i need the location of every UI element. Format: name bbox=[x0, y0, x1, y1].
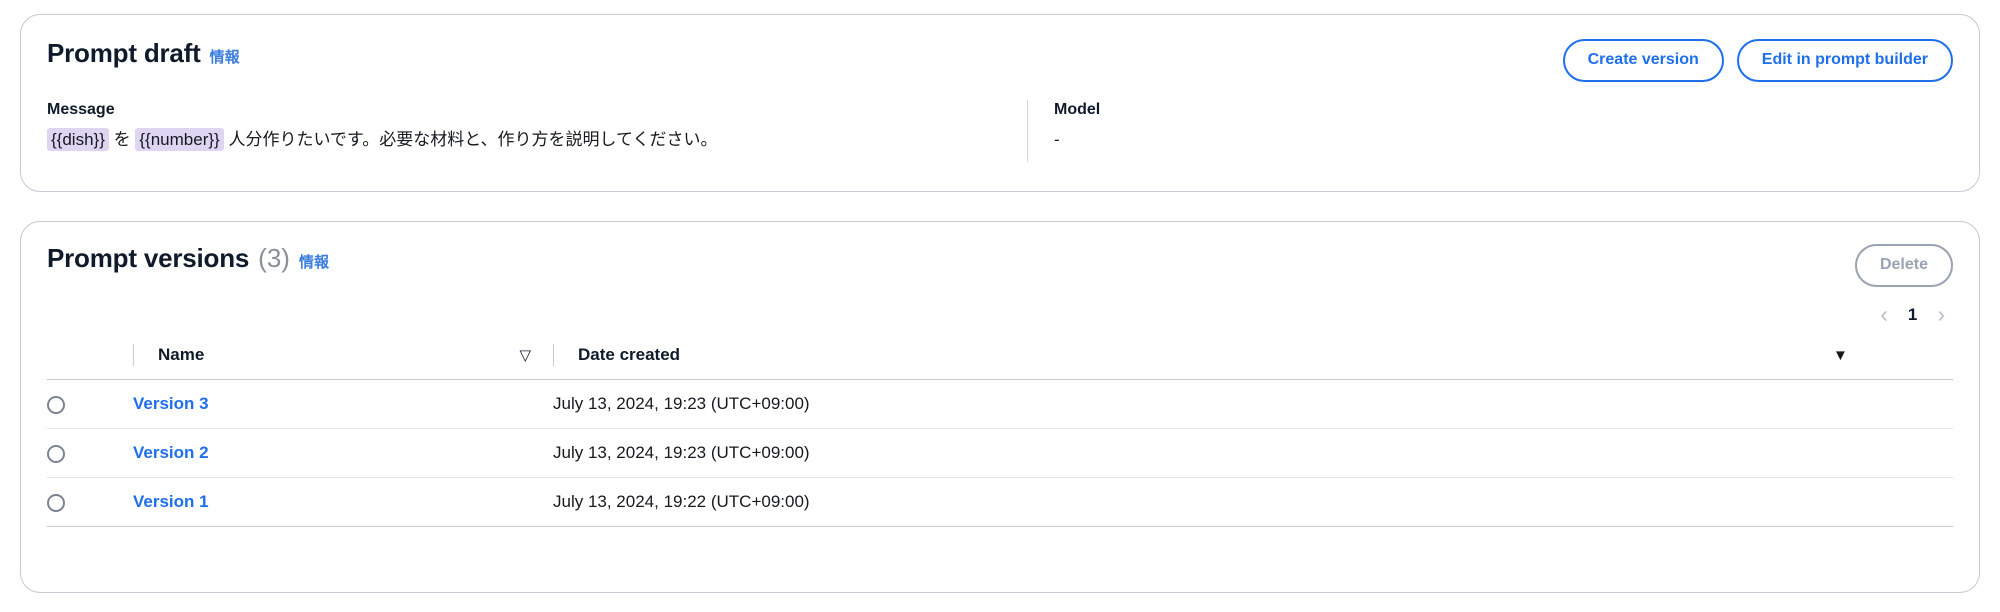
model-field: Model - bbox=[1027, 100, 1101, 163]
chevron-left-icon[interactable]: ‹ bbox=[1874, 301, 1894, 328]
cell-date-created: July 13, 2024, 19:23 (UTC+09:00) bbox=[553, 379, 1833, 430]
radio-button-version-1[interactable] bbox=[47, 493, 65, 512]
message-field: Message {{dish}} を {{number}} 人分作りたいです。必… bbox=[47, 100, 1027, 162]
message-value: {{dish}} を {{number}} 人分作りたいです。必要な材料と、作り… bbox=[47, 127, 1001, 153]
pagination: ‹ 1 › bbox=[1874, 301, 1953, 328]
prompt-draft-actions: Create version Edit in prompt builder bbox=[1562, 39, 1953, 83]
chevron-right-icon[interactable]: › bbox=[1931, 301, 1951, 328]
version-link[interactable]: Version 2 bbox=[133, 443, 209, 462]
message-text-1: を bbox=[108, 129, 136, 149]
cell-select bbox=[47, 477, 133, 528]
prompt-versions-header: Prompt versions (3) 情報 Delete ‹ 1 › bbox=[21, 222, 1979, 328]
prompt-draft-card: Prompt draft 情報 Create version Edit in p… bbox=[20, 14, 1980, 192]
info-link-versions[interactable]: 情報 bbox=[299, 254, 329, 272]
cell-spacer bbox=[1833, 428, 1953, 479]
cell-name: Version 3 bbox=[133, 379, 553, 430]
model-value: - bbox=[1054, 129, 1060, 149]
message-label: Message bbox=[47, 101, 115, 119]
prompt-draft-header: Prompt draft 情報 Create version Edit in p… bbox=[21, 15, 1979, 83]
cell-spacer bbox=[1833, 477, 1953, 528]
column-header-name: Name bbox=[158, 345, 205, 365]
edit-in-prompt-builder-button[interactable]: Edit in prompt builder bbox=[1736, 39, 1953, 83]
cell-select bbox=[47, 379, 133, 430]
delete-button[interactable]: Delete bbox=[1854, 244, 1953, 288]
table-body: Version 3 July 13, 2024, 19:23 (UTC+09:0… bbox=[47, 379, 1953, 528]
prompt-draft-body: Message {{dish}} を {{number}} 人分作りたいです。必… bbox=[21, 82, 1979, 163]
caret-down-filled-icon[interactable]: ▼ bbox=[1833, 347, 1848, 364]
pagination-page-1[interactable]: 1 bbox=[1904, 306, 1921, 323]
th-name[interactable]: Name ▽ bbox=[133, 338, 553, 381]
create-version-button[interactable]: Create version bbox=[1562, 39, 1724, 83]
cell-name: Version 2 bbox=[133, 428, 553, 479]
model-label: Model bbox=[1054, 101, 1101, 119]
prompt-versions-title: Prompt versions bbox=[47, 243, 250, 273]
prompt-versions-count: (3) bbox=[258, 243, 290, 273]
th-select bbox=[47, 338, 133, 381]
prompt-versions-title-row: Prompt versions (3) 情報 bbox=[47, 244, 329, 273]
version-link[interactable]: Version 3 bbox=[133, 394, 209, 413]
version-link[interactable]: Version 1 bbox=[133, 492, 209, 511]
cell-date-created: July 13, 2024, 19:23 (UTC+09:00) bbox=[553, 428, 1833, 479]
sort-descending-icon[interactable]: ▽ bbox=[519, 348, 553, 363]
prompt-versions-table: Name ▽ Date created ▼ Version 3 July 13,… bbox=[47, 338, 1953, 528]
th-date-created[interactable]: Date created bbox=[553, 338, 1833, 381]
radio-button-version-3[interactable] bbox=[47, 395, 65, 414]
radio-button-version-2[interactable] bbox=[47, 444, 65, 463]
cell-date-created: July 13, 2024, 19:22 (UTC+09:00) bbox=[553, 477, 1833, 528]
page-title: Prompt draft bbox=[47, 38, 201, 68]
variable-chip-number: {{number}} bbox=[135, 127, 224, 151]
th-preferences[interactable]: ▼ bbox=[1833, 338, 1953, 381]
prompt-versions-card: Prompt versions (3) 情報 Delete ‹ 1 › Name… bbox=[20, 221, 1980, 593]
variable-chip-dish: {{dish}} bbox=[47, 127, 109, 151]
column-header-date-created: Date created bbox=[578, 345, 681, 365]
cell-spacer bbox=[1833, 379, 1953, 430]
table-row[interactable]: Version 2 July 13, 2024, 19:23 (UTC+09:0… bbox=[47, 428, 1953, 479]
cell-select bbox=[47, 428, 133, 479]
prompt-versions-actions: Delete ‹ 1 › bbox=[1854, 244, 1953, 328]
prompt-draft-title-row: Prompt draft 情報 bbox=[47, 39, 240, 68]
cell-name: Version 1 bbox=[133, 477, 553, 528]
message-text-2: 人分作りたいです。必要な材料と、作り方を説明してください。 bbox=[223, 129, 718, 149]
table-row[interactable]: Version 1 July 13, 2024, 19:22 (UTC+09:0… bbox=[47, 477, 1953, 528]
page-root: Prompt draft 情報 Create version Edit in p… bbox=[0, 0, 2000, 612]
table-row[interactable]: Version 3 July 13, 2024, 19:23 (UTC+09:0… bbox=[47, 379, 1953, 430]
info-link-draft[interactable]: 情報 bbox=[210, 49, 240, 67]
table-header-row: Name ▽ Date created ▼ bbox=[47, 338, 1953, 381]
versions-table-wrap: Name ▽ Date created ▼ Version 3 July 13,… bbox=[21, 338, 1979, 528]
